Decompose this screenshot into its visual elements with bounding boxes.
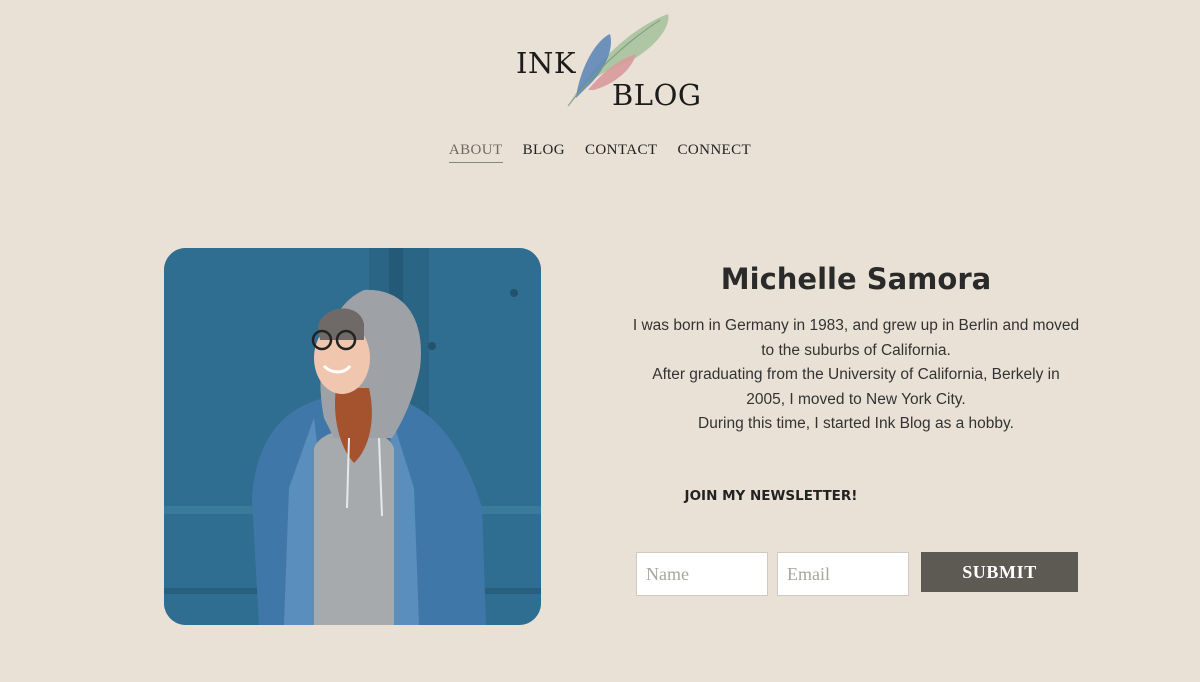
logo-text-ink: INK (516, 46, 576, 80)
main-nav: ABOUT BLOG CONTACT CONNECT (0, 142, 1200, 163)
name-field[interactable] (636, 552, 768, 596)
bio-line: 2005, I moved to New York City. (746, 390, 966, 408)
bio-line: During this time, I started Ink Blog as … (698, 415, 1014, 432)
submit-button[interactable]: SUBMIT (921, 552, 1078, 592)
nav-item-about[interactable]: ABOUT (448, 142, 503, 163)
nav-item-contact[interactable]: CONTACT (585, 142, 657, 163)
bio-line: to the suburbs of California. (761, 341, 951, 359)
profile-photo (164, 248, 541, 625)
profile-bio: I was born in Germany in 1983, and grew … (620, 314, 1092, 437)
site-logo[interactable]: INK BLOG (510, 8, 701, 116)
profile-name: Michelle Samora (720, 262, 992, 296)
nav-item-blog[interactable]: BLOG (523, 142, 565, 163)
logo-text-blog: BLOG (612, 78, 702, 112)
nav-item-connect[interactable]: CONNECT (677, 142, 751, 163)
bio-line: After graduating from the University of … (652, 366, 1060, 383)
bio-line: I was born in Germany in 1983, and grew … (632, 317, 1080, 334)
email-field[interactable] (777, 552, 909, 596)
newsletter-heading: JOIN MY NEWSLETTER! (684, 488, 858, 504)
